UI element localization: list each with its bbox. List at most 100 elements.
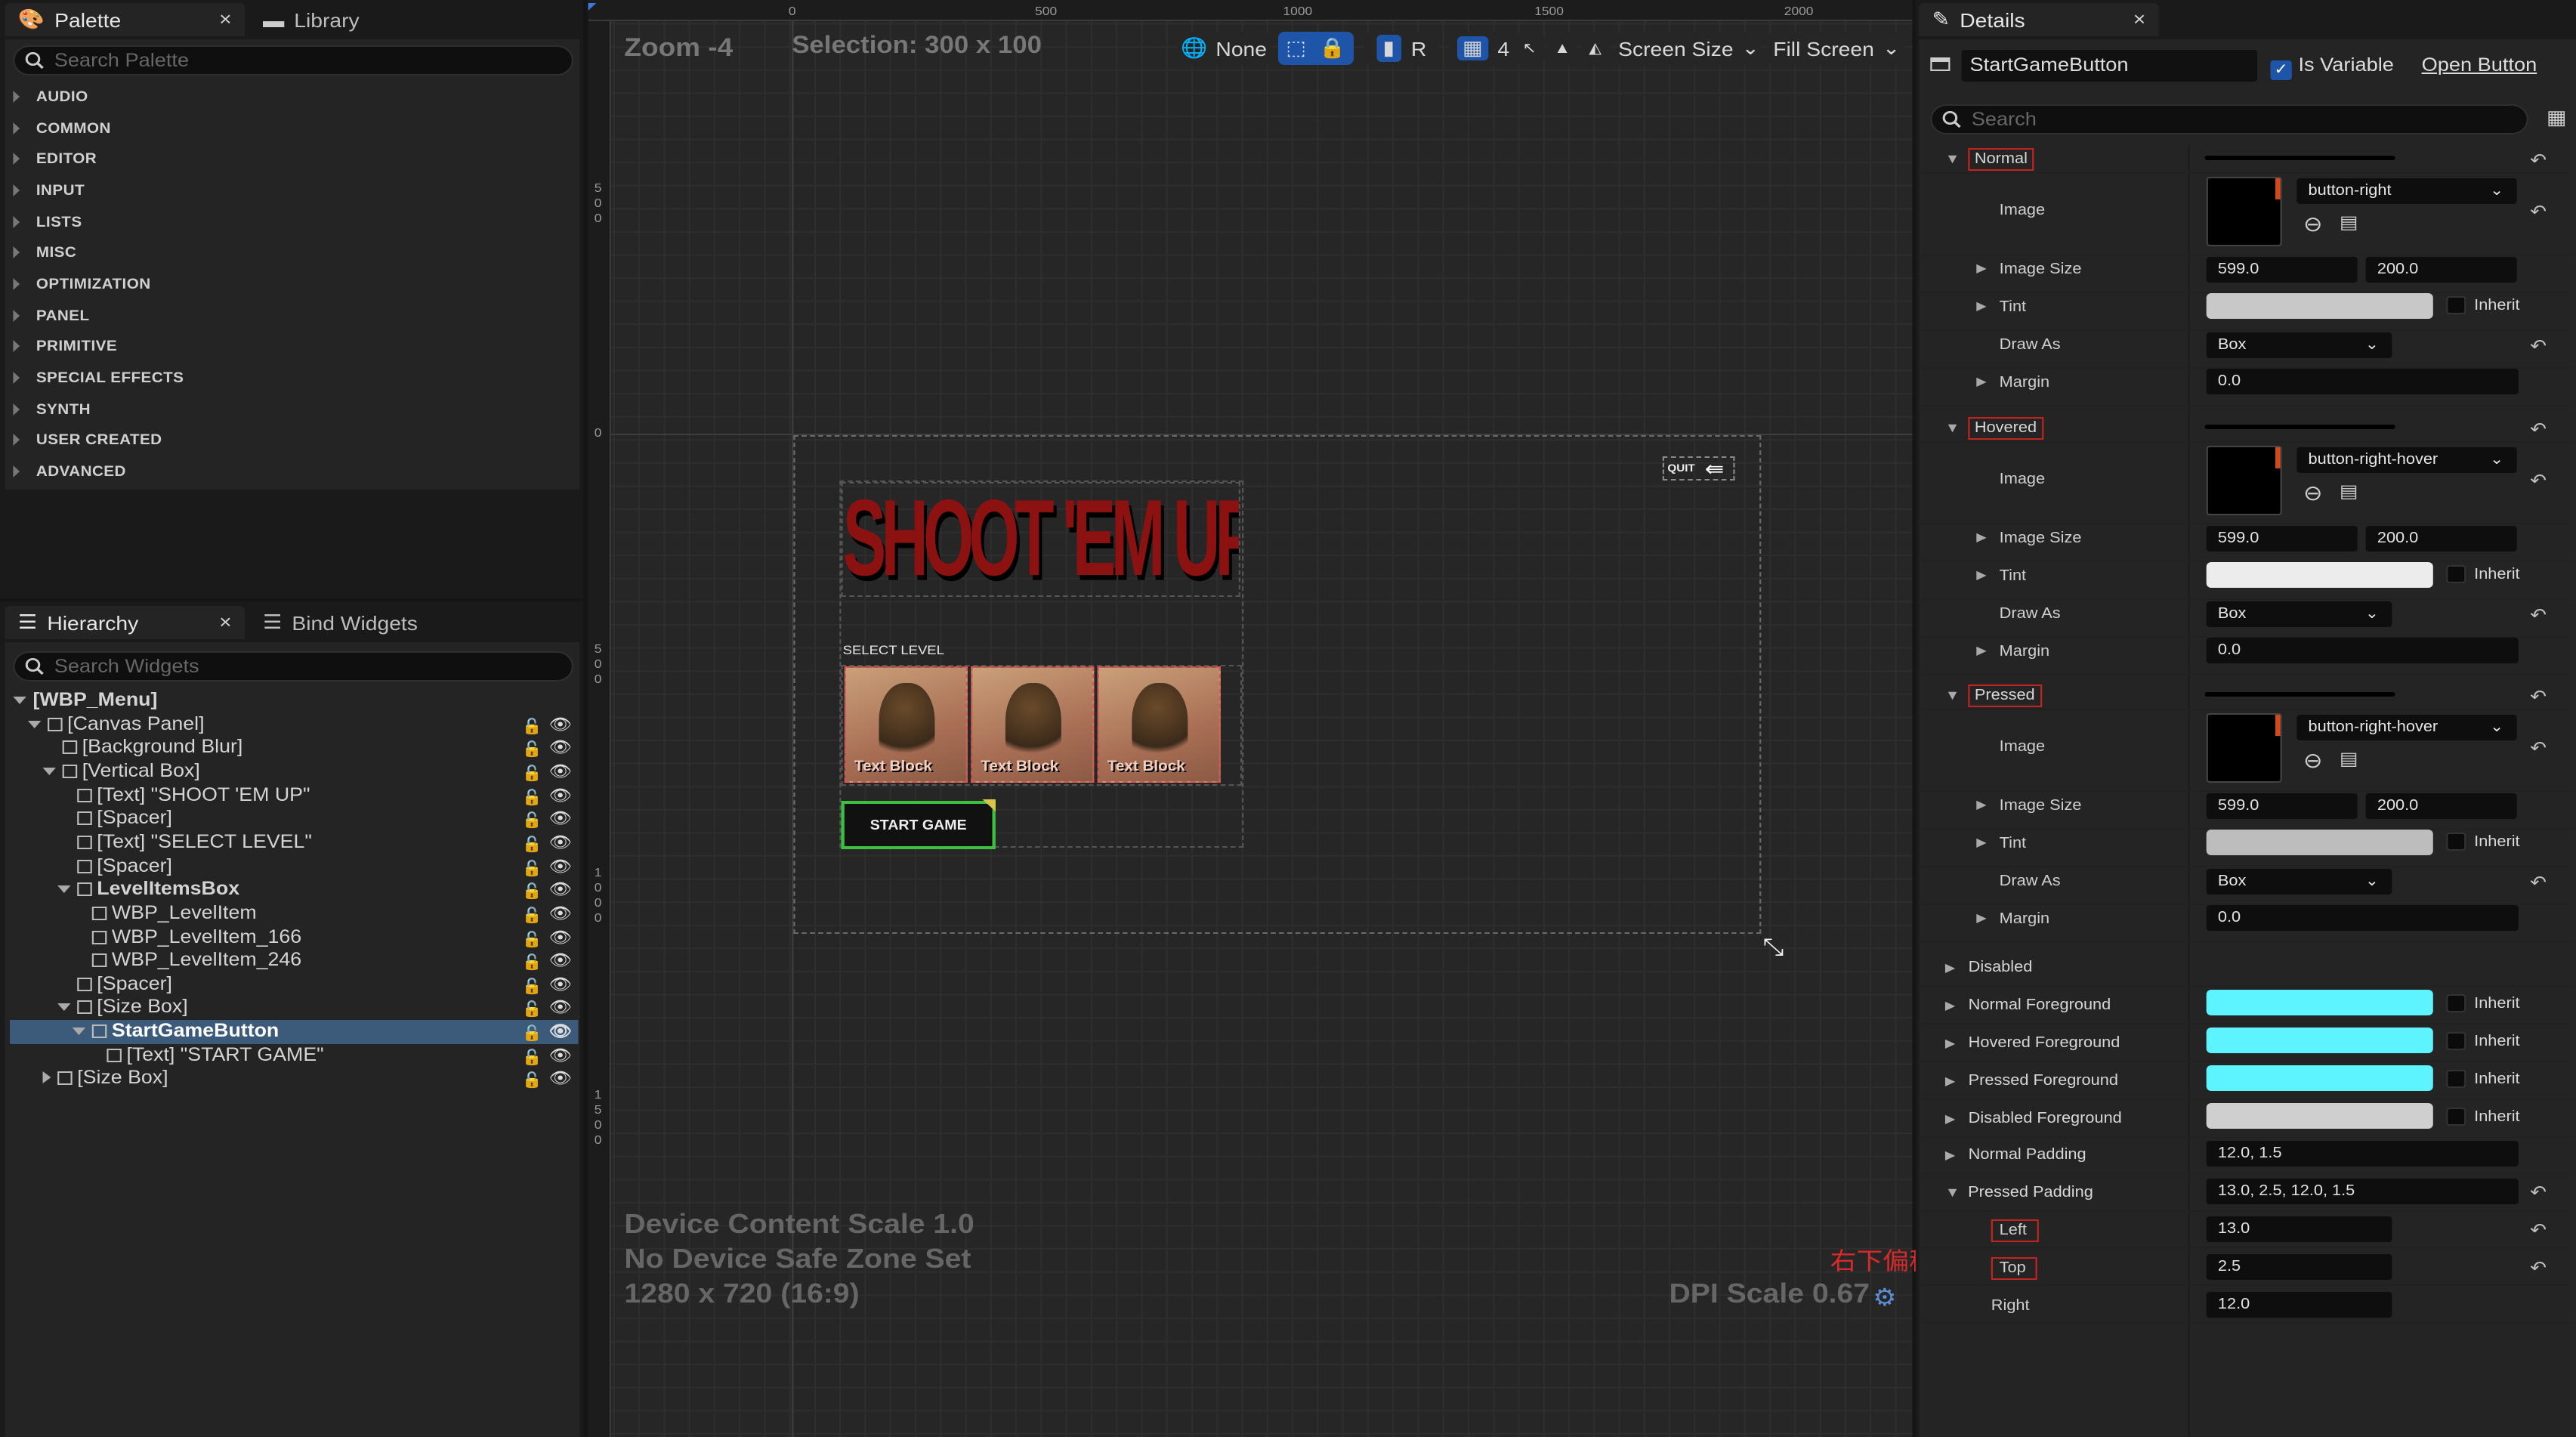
palette-search-input[interactable]: Search Palette (13, 45, 573, 76)
expanded-chevron-icon[interactable] (27, 720, 42, 728)
details-search-input[interactable]: Search (1930, 104, 2528, 134)
hierarchy-row[interactable]: WBP_LevelItem_246 🔓 👁 (10, 949, 578, 972)
tab-bind-widgets[interactable]: ☰ Bind Widgets (249, 606, 579, 639)
inherit-checkbox[interactable]: Inherit (2446, 1108, 2520, 1126)
expanded-chevron-icon[interactable] (57, 1003, 71, 1012)
tab-details[interactable]: ✎ Details × (1919, 3, 2159, 36)
prop-pressed_fg[interactable]: ▶ Pressed Foreground (1945, 1073, 2118, 1089)
widget-search-input[interactable]: Search Widgets (13, 651, 573, 681)
hierarchy-row[interactable]: [Spacer] 🔓 👁 (10, 808, 578, 831)
browse-back-icon[interactable]: ⊖ (2303, 748, 2323, 774)
resize-handle-icon[interactable]: ⤡ (1762, 935, 1784, 963)
localize-button[interactable]: 🌐 None (1176, 32, 1272, 65)
color-swatch[interactable] (2206, 990, 2433, 1015)
browse-asset-icon[interactable]: ▤ (2340, 212, 2358, 233)
eye-icon[interactable]: 👁 (548, 833, 571, 856)
expanded-chevron-icon[interactable] (13, 697, 26, 704)
eye-icon[interactable]: 👁 (548, 904, 571, 927)
image-asset-dropdown[interactable]: button-right ⌄ (2296, 178, 2517, 204)
image-size-x[interactable]: 599.0 (2206, 257, 2358, 283)
reset-icon[interactable]: ↶ (2530, 872, 2547, 893)
color-swatch[interactable] (2206, 1028, 2433, 1053)
palette-category[interactable]: COMMON (13, 120, 110, 137)
eye-icon[interactable]: 👁 (548, 950, 571, 974)
section-pressed[interactable]: ▼ Pressed (1945, 685, 2042, 707)
eye-icon[interactable]: 👁 (548, 1046, 571, 1069)
hierarchy-row[interactable]: [WBP_Menu] (10, 689, 578, 712)
quit-button-preview[interactable]: QUIT ⇚ (1662, 456, 1735, 481)
hierarchy-row[interactable]: [Text] "SELECT LEVEL" 🔓 👁 (10, 831, 578, 854)
gear-icon[interactable]: ⚙ (1873, 1283, 1896, 1313)
palette-category[interactable]: INPUT (13, 183, 85, 199)
reset-icon[interactable]: ↶ (2530, 335, 2547, 357)
hierarchy-row[interactable]: StartGameButton 🔓 👁 (10, 1020, 579, 1044)
start-game-button-preview[interactable]: START GAME (841, 801, 996, 849)
title-text-box[interactable]: SHOOT 'EM UP (841, 482, 1240, 597)
image-thumbnail[interactable] (2206, 446, 2282, 515)
browse-back-icon[interactable]: ⊖ (2303, 212, 2323, 237)
table-view-icon[interactable]: ▦ (2547, 106, 2567, 130)
image-asset-dropdown[interactable]: button-right-hover ⌄ (2296, 715, 2517, 740)
reset-icon[interactable]: ↶ (2530, 150, 2547, 171)
reset-icon[interactable]: ↶ (2530, 1257, 2547, 1278)
draw-as-dropdown[interactable]: Box ⌄ (2206, 601, 2392, 627)
image-toggle-button[interactable]: ▲ (1547, 32, 1577, 65)
image-size-y[interactable]: 200.0 (2365, 257, 2517, 283)
inherit-checkbox[interactable]: Inherit (2446, 565, 2520, 583)
reset-icon[interactable]: ↶ (2530, 201, 2547, 222)
inherit-checkbox[interactable]: Inherit (2446, 994, 2520, 1012)
draw-as-dropdown[interactable]: Box ⌄ (2206, 869, 2392, 895)
browse-back-icon[interactable]: ⊖ (2303, 481, 2323, 506)
level-item-preview[interactable]: Text Block (1097, 666, 1221, 783)
inherit-checkbox[interactable]: Inherit (2446, 296, 2520, 314)
grid-snap-button[interactable]: ▦ 4 (1449, 32, 1518, 65)
close-icon[interactable]: × (2133, 8, 2146, 30)
reset-icon[interactable]: ↶ (2530, 686, 2547, 707)
eye-icon[interactable]: 👁 (548, 1069, 571, 1092)
browse-asset-icon[interactable]: ▤ (2340, 481, 2358, 502)
tint-swatch[interactable] (2206, 830, 2433, 855)
hierarchy-row[interactable]: [Vertical Box] 🔓 👁 (10, 760, 578, 783)
eye-icon[interactable]: 👁 (548, 879, 571, 903)
normal-padding-field[interactable]: 12.0, 1.5 (2206, 1141, 2519, 1167)
inherit-checkbox[interactable]: Inherit (2446, 1032, 2520, 1050)
palette-category[interactable]: PANEL (13, 307, 89, 324)
tint-swatch[interactable] (2206, 562, 2433, 588)
margin-field[interactable]: 0.0 (2206, 905, 2519, 931)
image-thumbnail[interactable] (2206, 177, 2282, 246)
triangle-toggle-button[interactable]: ◭ (1580, 32, 1611, 65)
hierarchy-row[interactable]: [Canvas Panel] 🔓 👁 (10, 712, 578, 736)
expanded-chevron-icon[interactable] (72, 1028, 86, 1036)
hierarchy-row[interactable]: [Background Blur] 🔓 👁 (10, 737, 578, 760)
prop-hovered_fg[interactable]: ▶ Hovered Foreground (1945, 1035, 2120, 1052)
hierarchy-row[interactable]: WBP_LevelItem_166 🔓 👁 (10, 926, 578, 949)
palette-category[interactable]: SPECIAL EFFECTS (13, 370, 184, 387)
eye-icon[interactable]: 👁 (548, 975, 571, 998)
close-icon[interactable]: × (219, 8, 232, 30)
tab-hierarchy[interactable]: ☰ Hierarchy × (5, 606, 246, 639)
collapsed-chevron-icon[interactable] (42, 1071, 51, 1084)
palette-category[interactable]: EDITOR (13, 152, 97, 168)
eye-icon[interactable]: 👁 (548, 762, 571, 785)
image-size-x[interactable]: 599.0 (2206, 526, 2358, 552)
expanded-chevron-icon[interactable] (57, 885, 71, 894)
hierarchy-row[interactable]: [Spacer] 🔓 👁 (10, 973, 578, 997)
section-normal[interactable]: ▼ Normal (1945, 148, 2034, 171)
eye-icon[interactable]: 👁 (548, 856, 571, 879)
eye-icon[interactable]: 👁 (548, 809, 571, 833)
draw-as-dropdown[interactable]: Box ⌄ (2206, 332, 2392, 358)
eye-icon[interactable]: 👁 (548, 714, 571, 737)
close-icon[interactable]: × (219, 610, 232, 633)
is-variable-checkbox[interactable]: ✓ Is Variable (2270, 54, 2394, 80)
palette-category[interactable]: MISC (13, 246, 76, 262)
browse-asset-icon[interactable]: ▤ (2340, 748, 2358, 769)
reset-icon[interactable]: ↶ (2530, 737, 2547, 759)
open-button-link[interactable]: Open Button (2422, 54, 2537, 76)
respect-locks-button[interactable]: ⬚ 🔒 (1277, 32, 1354, 65)
color-swatch[interactable] (2206, 1065, 2433, 1091)
image-asset-dropdown[interactable]: button-right-hover ⌄ (2296, 447, 2517, 473)
prop-disabled[interactable]: ▶ Disabled (1945, 960, 2032, 976)
palette-category[interactable]: OPTIMIZATION (13, 277, 150, 293)
level-item-preview[interactable]: Text Block (844, 666, 968, 783)
eye-icon[interactable]: 👁 (548, 738, 571, 762)
